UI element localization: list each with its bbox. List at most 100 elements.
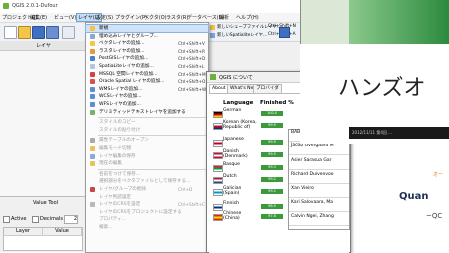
menu-2[interactable]: ビュー(V) [54,14,76,21]
new-project-icon[interactable] [4,26,17,39]
layer-menu-item[interactable]: WCSレイヤの追加... [86,93,208,100]
print-composer-icon[interactable] [62,26,75,39]
decimals-spinbox[interactable]: 2 [64,215,78,224]
finished-progress-bar: 99.5 [261,152,283,157]
menu-item-label: スタイルのコピー [99,120,136,126]
layer-menu-item[interactable]: MSSQL 空間レイヤの追加... Ctrl+Shift+M [86,71,208,78]
column-header-layer[interactable]: Layer [4,228,43,236]
qgis-logo-icon [3,3,9,9]
embed-icon [90,33,95,39]
decimals-checkbox[interactable] [32,216,39,223]
layer-menu-item[interactable]: レイヤのCRSをプロジェクトに設定する [86,209,208,216]
menu-10[interactable]: ヘルプ(H) [236,14,259,21]
menu-item-shortcut: Ctrl+Shift+L [178,64,205,69]
layer-menu-item[interactable]: WMSレイヤの追加... Ctrl+Shift+W [86,86,208,93]
layers-panel-title: レイヤ [36,43,51,49]
oracle-icon [90,79,95,85]
layer-menu-item[interactable]: 現在の編集 [86,160,208,167]
table-icon [90,138,95,144]
flag-icon [213,204,223,211]
menu-5[interactable]: プラグイン(P) [115,14,147,21]
translator-row: Calvin Ngei, Zhang [289,214,349,226]
menu-item-label: 新規 [99,26,109,31]
value-tool-panel: Value Tool Active Decimals 2 Layer Value [0,196,85,252]
finished-progress-bar: 98.9 [261,204,283,209]
menu-item-label: SpatiaLiteレイヤの追加... [99,64,154,69]
layer-menu-item[interactable]: 検索... [86,224,208,231]
pencil-icon [90,161,95,167]
background-banner [349,0,449,44]
save-as-icon[interactable] [46,26,59,39]
menu-item-label: ラスタレイヤの追加... [99,48,145,54]
column-header-value[interactable]: Value [43,228,82,236]
layer-menu-item[interactable]: PostGISレイヤの追加... Ctrl+Shift+D [86,55,208,62]
finished-progress-bar: 100.0 [261,111,283,116]
new-spatialite-icon [210,33,215,38]
menu-6[interactable]: ベクタ(O) [144,14,167,21]
layer-menu-item[interactable]: WFSレイヤの追加... [86,101,208,108]
layer-menu-item[interactable]: レイヤ/グループの削除 Ctrl+D [86,186,208,193]
new-spatialite-item[interactable]: 新しいSpatialiteレイヤ... [217,32,267,38]
window-title: QGIS 2.0.1-Dufour [12,3,58,9]
qgis-small-icon [210,74,216,80]
layer-menu-item[interactable]: レイヤ判読設定 [86,194,208,201]
finished-progress-bar: 99.3 [261,165,283,170]
flag-icon [213,123,223,130]
menu-item-shortcut: Ctrl+Shift+O [178,79,206,85]
menu-1[interactable]: 編集(E) [30,14,47,21]
menu-4[interactable]: 設定(S) [96,14,113,21]
language-row[interactable]: German 100.0 [213,108,305,120]
layer-menu-item[interactable]: 編集モード切替 [86,145,208,152]
layer-menu-item[interactable]: Oracle Spatial レイヤの追加... Ctrl+Shift+O [86,78,208,85]
wfs-icon [90,102,95,107]
menu-separator [98,135,206,137]
date-bar-text: 2012/11/11 第4回 ... [352,130,392,135]
layer-menu-item[interactable]: レイヤ編集の保存 [86,153,208,160]
tab-about[interactable]: About [209,84,229,93]
layer-menu-item[interactable]: レイヤのCRSを設定 Ctrl+Shift+C [86,201,208,208]
menu-item-label: スタイルの貼り付け [99,127,141,133]
layer-menu-item[interactable]: スタイルの貼り付け [86,127,208,134]
menu-separator [98,117,206,119]
new-icon [90,26,95,31]
flag-icon [213,189,223,196]
presentation-heading: ハンズオ [338,76,426,101]
translator-row: Asier Sarasua Gar [289,158,349,170]
menu-9[interactable]: 解析 [219,14,229,21]
active-label: Active [11,216,27,222]
orange-caption: オー [433,172,444,178]
layer-menu-item[interactable]: プロパティ... [86,216,208,223]
menu-item-shortcut: Ctrl+Shift+V [178,41,205,47]
edit-icon [90,146,95,151]
layer-menu-item[interactable]: 新規 [85,24,209,33]
open-project-icon[interactable] [18,26,31,39]
menu-item-label: MSSQL 空間レイヤの追加... [99,71,158,77]
flag-icon [213,111,223,118]
tab-providers[interactable]: ブロバイダ [253,84,282,93]
layer-menu-item[interactable]: デリミティッドテキストレイヤを追加する [86,109,208,116]
layer-menu-item[interactable]: 属性テーブルのオープン [86,137,208,144]
language-name: Japanese [223,137,244,142]
menu-item-label: レイヤ判読設定 [99,194,132,200]
layer-toolbar-icon[interactable] [279,27,290,38]
layer-menu-item[interactable]: SpatiaLiteレイヤの追加... Ctrl+Shift+L [86,63,208,70]
layer-menu-item[interactable]: ラスタレイヤの追加... Ctrl+Shift+R [86,48,208,55]
layer-menu-item[interactable]: 名前をつけて保存... [86,171,208,178]
layer-menu-item[interactable]: 埋め込みレイヤとグループ... [86,33,208,40]
mssql-icon [90,71,95,77]
spatialite-icon [90,64,95,69]
menu-7[interactable]: ラスタ(R) [166,14,188,21]
crs-icon [90,202,95,208]
menu-separator [98,168,206,170]
menu-item-label: Oracle Spatial レイヤの追加... [99,79,165,85]
save-project-icon[interactable] [32,26,45,39]
language-column-header: Language [223,100,254,106]
language-name: Finnish [223,201,239,206]
layer-menu-item[interactable]: 選択部分をベクタファイルとして保存する... [86,178,208,185]
layer-menu-item[interactable]: スタイルのコピー [86,119,208,126]
layer-menu-item[interactable]: ベクタレイヤの追加... Ctrl+Shift+V [86,40,208,47]
active-checkbox[interactable] [3,216,10,223]
menu-item-label: 属性テーブルのオープン [99,138,149,144]
finished-progress-bar: 99.2 [261,177,283,182]
translators-list: BABA Yoshihiko, Mizutani, NorihiroJacob … [288,129,368,230]
